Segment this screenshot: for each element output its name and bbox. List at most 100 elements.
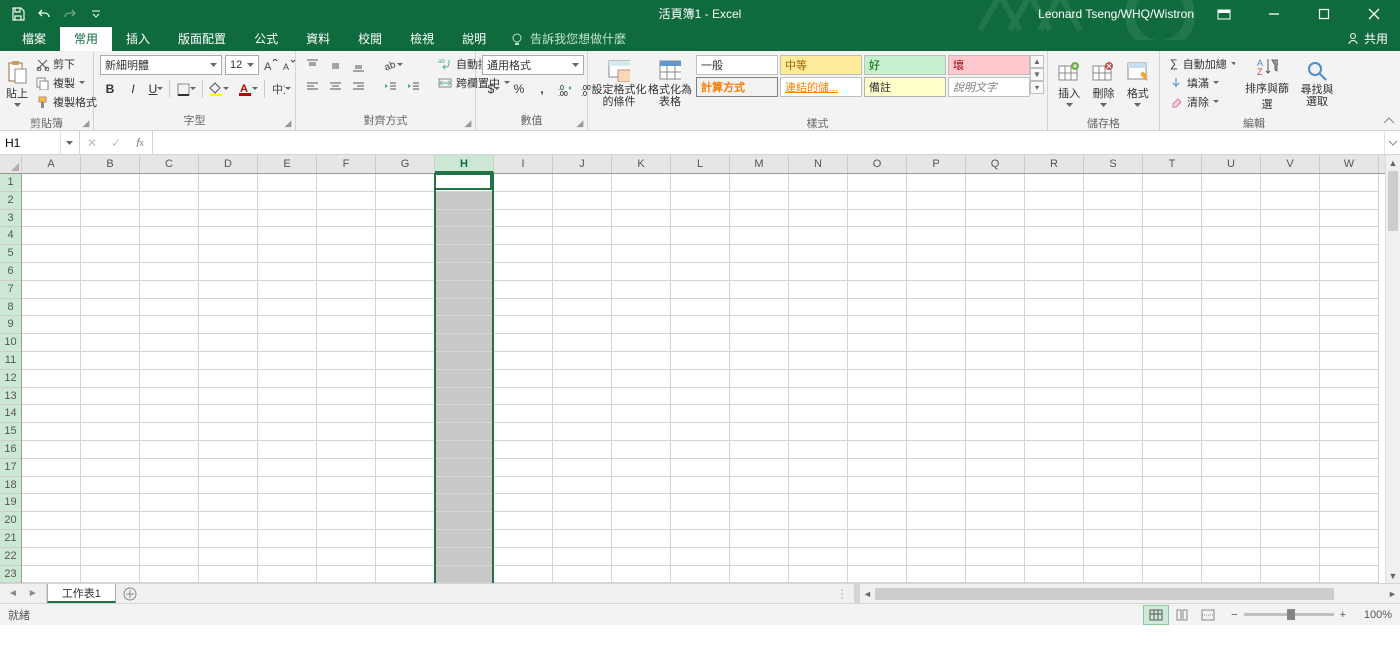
cell-S21[interactable]	[1084, 530, 1143, 548]
cell-N19[interactable]	[789, 494, 848, 512]
row-header-1[interactable]: 1	[0, 174, 21, 192]
cell-W11[interactable]	[1320, 352, 1379, 370]
cell-M10[interactable]	[730, 334, 789, 352]
cell-P17[interactable]	[907, 459, 966, 477]
autosum-button[interactable]: ∑自動加總	[1166, 55, 1238, 73]
cell-R19[interactable]	[1025, 494, 1084, 512]
cell-C1[interactable]	[140, 174, 199, 192]
cell-N10[interactable]	[789, 334, 848, 352]
cell-D11[interactable]	[199, 352, 258, 370]
cell-R1[interactable]	[1025, 174, 1084, 192]
cell-A19[interactable]	[22, 494, 81, 512]
cell-O8[interactable]	[848, 299, 907, 317]
cell-E19[interactable]	[258, 494, 317, 512]
cell-E22[interactable]	[258, 548, 317, 566]
cell-F1[interactable]	[317, 174, 376, 192]
cell-B6[interactable]	[81, 263, 140, 281]
cell-R20[interactable]	[1025, 512, 1084, 530]
cell-G6[interactable]	[376, 263, 435, 281]
cell-K2[interactable]	[612, 192, 671, 210]
gallery-more[interactable]: ▾	[1030, 81, 1044, 94]
cell-U11[interactable]	[1202, 352, 1261, 370]
clear-button[interactable]: 清除	[1166, 93, 1238, 111]
cell-U2[interactable]	[1202, 192, 1261, 210]
cell-E16[interactable]	[258, 441, 317, 459]
cell-R16[interactable]	[1025, 441, 1084, 459]
cell-V23[interactable]	[1261, 566, 1320, 583]
cell-S7[interactable]	[1084, 281, 1143, 299]
row-header-8[interactable]: 8	[0, 299, 21, 317]
cell-J1[interactable]	[553, 174, 612, 192]
cell-V7[interactable]	[1261, 281, 1320, 299]
cell-U5[interactable]	[1202, 245, 1261, 263]
share-button[interactable]: 共用	[1334, 26, 1400, 51]
tab-help[interactable]: 說明	[448, 26, 500, 51]
cell-D15[interactable]	[199, 423, 258, 441]
cell-B4[interactable]	[81, 227, 140, 245]
cell-P4[interactable]	[907, 227, 966, 245]
cell-F11[interactable]	[317, 352, 376, 370]
cell-W3[interactable]	[1320, 210, 1379, 228]
cells-area[interactable]	[22, 174, 1385, 583]
cell-A16[interactable]	[22, 441, 81, 459]
cell-H13[interactable]	[435, 388, 494, 406]
cell-M17[interactable]	[730, 459, 789, 477]
row-header-18[interactable]: 18	[0, 477, 21, 495]
cell-S20[interactable]	[1084, 512, 1143, 530]
cell-W21[interactable]	[1320, 530, 1379, 548]
cell-G23[interactable]	[376, 566, 435, 583]
cell-F13[interactable]	[317, 388, 376, 406]
cell-D7[interactable]	[199, 281, 258, 299]
cell-R15[interactable]	[1025, 423, 1084, 441]
cell-V15[interactable]	[1261, 423, 1320, 441]
cell-L11[interactable]	[671, 352, 730, 370]
cell-W8[interactable]	[1320, 299, 1379, 317]
cell-G11[interactable]	[376, 352, 435, 370]
cell-G17[interactable]	[376, 459, 435, 477]
cell-G4[interactable]	[376, 227, 435, 245]
formula-input[interactable]	[153, 131, 1384, 154]
cell-D16[interactable]	[199, 441, 258, 459]
cell-P6[interactable]	[907, 263, 966, 281]
col-header-F[interactable]: F	[317, 155, 376, 173]
format-cells-button[interactable]: 格式	[1123, 55, 1153, 113]
cell-P18[interactable]	[907, 477, 966, 495]
cell-T12[interactable]	[1143, 370, 1202, 388]
cell-H2[interactable]	[435, 192, 494, 210]
col-header-R[interactable]: R	[1025, 155, 1084, 173]
cell-C9[interactable]	[140, 316, 199, 334]
paste-button[interactable]: 貼上	[6, 55, 28, 113]
cell-F4[interactable]	[317, 227, 376, 245]
cell-M12[interactable]	[730, 370, 789, 388]
cell-F15[interactable]	[317, 423, 376, 441]
align-right-button[interactable]	[348, 76, 368, 96]
cell-Q16[interactable]	[966, 441, 1025, 459]
cell-P1[interactable]	[907, 174, 966, 192]
cell-I4[interactable]	[494, 227, 553, 245]
percent-button[interactable]: %	[509, 79, 529, 99]
cell-T10[interactable]	[1143, 334, 1202, 352]
cell-L15[interactable]	[671, 423, 730, 441]
row-header-7[interactable]: 7	[0, 281, 21, 299]
cell-F23[interactable]	[317, 566, 376, 583]
cell-I11[interactable]	[494, 352, 553, 370]
cell-A14[interactable]	[22, 405, 81, 423]
cell-V13[interactable]	[1261, 388, 1320, 406]
cell-H16[interactable]	[435, 441, 494, 459]
cell-N11[interactable]	[789, 352, 848, 370]
cell-R22[interactable]	[1025, 548, 1084, 566]
cell-H5[interactable]	[435, 245, 494, 263]
cell-S10[interactable]	[1084, 334, 1143, 352]
cell-K5[interactable]	[612, 245, 671, 263]
cell-O14[interactable]	[848, 405, 907, 423]
cell-A17[interactable]	[22, 459, 81, 477]
cell-K4[interactable]	[612, 227, 671, 245]
cell-S18[interactable]	[1084, 477, 1143, 495]
cell-Q17[interactable]	[966, 459, 1025, 477]
col-header-G[interactable]: G	[376, 155, 435, 173]
increase-indent-button[interactable]	[403, 76, 423, 96]
cell-H6[interactable]	[435, 263, 494, 281]
cell-T1[interactable]	[1143, 174, 1202, 192]
cell-V1[interactable]	[1261, 174, 1320, 192]
horizontal-scrollbar[interactable]: ◄ ►	[860, 584, 1400, 603]
